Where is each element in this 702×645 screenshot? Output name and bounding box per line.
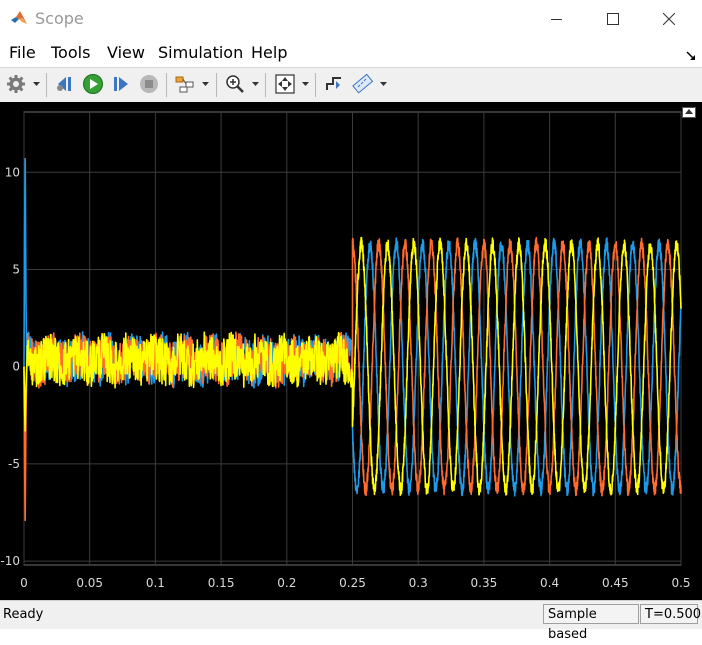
toolbar-separator <box>46 73 47 97</box>
step-forward-icon <box>114 77 128 91</box>
undock-icon[interactable] <box>682 103 696 118</box>
scale-axes-button[interactable] <box>274 73 296 95</box>
x-tick-label: 0 <box>20 576 28 590</box>
signal-select-button[interactable] <box>174 73 196 95</box>
window-title: Scope <box>35 9 84 28</box>
x-tick-label: 0.1 <box>146 576 165 590</box>
scale-axes-icon <box>275 74 295 94</box>
signal-select-dropdown-icon[interactable] <box>202 82 209 87</box>
toolbar <box>0 67 702 103</box>
triggers-button[interactable] <box>323 73 345 95</box>
toolbar-separator <box>216 73 217 97</box>
settings-gear-icon <box>7 75 25 93</box>
signal-select-icon <box>175 76 194 93</box>
triggers-icon <box>326 77 341 90</box>
settings-button[interactable] <box>5 73 27 95</box>
step-back-icon <box>57 77 71 91</box>
y-tick-label: 10 <box>5 165 20 179</box>
menu-bar: File Tools View Simulation Help <box>0 40 702 66</box>
measurements-dropdown-icon[interactable] <box>380 82 387 87</box>
x-tick-label: 0.3 <box>409 576 428 590</box>
toolbar-separator <box>315 73 316 97</box>
x-tick-label: 0.45 <box>602 576 629 590</box>
x-tick-label: 0.25 <box>339 576 366 590</box>
scale-axes-dropdown-icon[interactable] <box>302 82 309 87</box>
run-button[interactable] <box>82 73 104 95</box>
maximize-icon <box>607 13 619 25</box>
measurements-icon <box>352 73 374 94</box>
menu-help[interactable]: Help <box>251 43 287 62</box>
x-tick-label: 0.4 <box>540 576 559 590</box>
status-ready: Ready <box>3 607 44 622</box>
zoom-dropdown-icon[interactable] <box>252 82 259 87</box>
close-button[interactable] <box>646 0 692 38</box>
toolbar-separator <box>166 73 167 97</box>
minimize-icon <box>551 19 562 20</box>
menu-simulation[interactable]: Simulation <box>158 43 243 62</box>
x-tick-label: 0.35 <box>471 576 498 590</box>
title-bar[interactable]: Scope <box>0 0 702 38</box>
status-sample-mode: Sample based <box>543 604 639 642</box>
scope-window: Scope File Tools View Simulation Help 0 … <box>0 0 702 642</box>
menu-view[interactable]: View <box>107 43 145 62</box>
x-tick-label: 0.05 <box>76 576 103 590</box>
menu-file[interactable]: File <box>9 43 36 62</box>
y-tick-label: -10 <box>0 554 20 568</box>
zoom-in-icon <box>226 75 244 93</box>
y-tick-label: 5 <box>12 262 20 276</box>
stop-icon <box>140 75 158 93</box>
x-tick-label: 0.5 <box>671 576 690 590</box>
step-back-button[interactable] <box>54 73 76 95</box>
dock-arrow-icon[interactable] <box>686 46 696 65</box>
zoom-button[interactable] <box>224 73 246 95</box>
x-tick-label: 0.15 <box>208 576 235 590</box>
scope-plot[interactable]: 0 0.05 0.1 0.15 0.2 0.25 0.3 0.35 0.4 0.45 0.5 -10 -… <box>0 102 702 600</box>
menu-tools[interactable]: Tools <box>51 43 90 62</box>
y-tick-label: 0 <box>12 360 20 374</box>
toolbar-separator <box>265 73 266 97</box>
step-forward-button[interactable] <box>110 73 132 95</box>
close-icon <box>663 13 675 25</box>
maximize-button[interactable] <box>590 0 636 38</box>
matlab-logo-icon <box>10 9 28 27</box>
status-bar: Ready Sample based T=0.500 <box>0 600 702 642</box>
settings-dropdown-icon[interactable] <box>33 82 40 87</box>
minimize-button[interactable] <box>534 0 580 38</box>
status-sim-time: T=0.500 <box>640 604 701 624</box>
run-icon <box>83 74 103 94</box>
stop-button[interactable] <box>138 73 160 95</box>
measurements-button[interactable] <box>352 73 374 95</box>
x-tick-label: 0.2 <box>277 576 296 590</box>
y-tick-label: -5 <box>8 457 20 471</box>
